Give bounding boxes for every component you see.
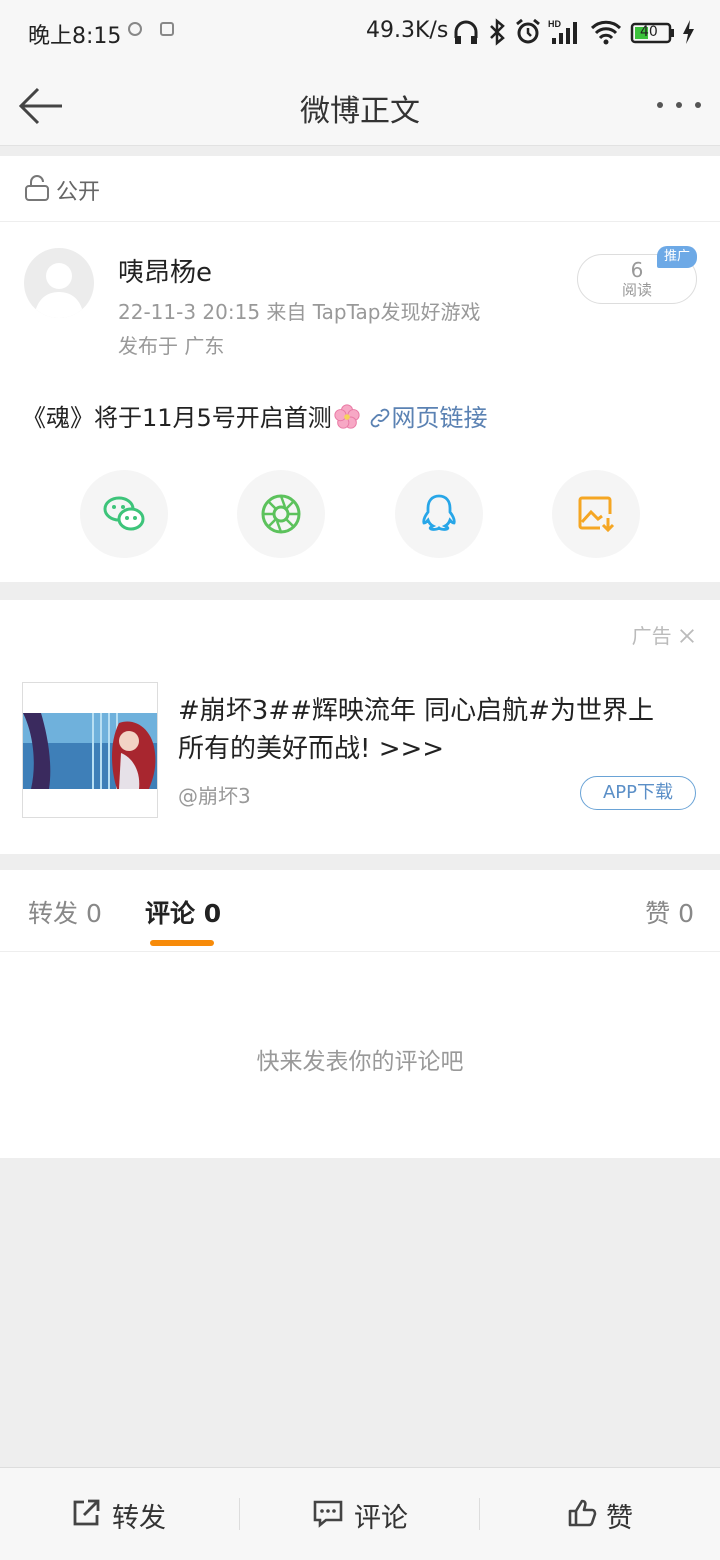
like-button[interactable]: 赞: [480, 1468, 720, 1560]
read-label: 阅读: [621, 281, 652, 299]
unlock-icon: [25, 175, 49, 201]
bottom-action-bar: 转发 评论 赞: [0, 1467, 720, 1560]
ad-label: 广告: [631, 624, 672, 648]
ad-tag[interactable]: 广告: [632, 620, 696, 649]
status-time: 晚上8:15: [28, 24, 122, 49]
ad-image: [23, 683, 157, 817]
interaction-tabs: 转发 0 评论 0 赞 0: [0, 870, 720, 952]
post-text: 《魂》将于11月5号开启首测: [22, 404, 332, 432]
page-title: 微博正文: [300, 94, 420, 129]
save-image-icon: [578, 496, 615, 533]
visibility-label: 公开: [56, 180, 101, 205]
nav-bar: 微博正文: [0, 64, 720, 146]
ad-thumbnail[interactable]: [22, 682, 158, 818]
comment-button[interactable]: 评论: [240, 1468, 480, 1560]
promote-badge[interactable]: 推广: [657, 246, 697, 268]
post-content: 《魂》将于11月5号开启首测 网页链接: [22, 398, 487, 433]
comment-label: 评论: [354, 1503, 408, 1534]
app-download-button[interactable]: APP下载: [580, 776, 696, 810]
repost-label: 转发: [112, 1503, 166, 1534]
visibility-row: 公开: [0, 156, 720, 222]
save-image-button[interactable]: [552, 470, 640, 558]
share-qq-button[interactable]: [395, 470, 483, 558]
like-label: 赞: [606, 1503, 633, 1534]
wechat-icon: [103, 496, 145, 531]
ad-author[interactable]: @崩坏3: [178, 780, 251, 809]
tab-reposts[interactable]: 转发 0: [28, 894, 102, 930]
post-username[interactable]: 咦昂杨e: [118, 252, 212, 289]
post-location: 发布于 广东: [118, 334, 225, 358]
bluetooth-icon: [490, 18, 505, 46]
cherry-blossom-icon: [332, 403, 362, 432]
empty-comments-text: 快来发表你的评论吧: [256, 1049, 464, 1075]
wifi-icon: [590, 20, 622, 45]
web-link[interactable]: 网页链接: [369, 404, 487, 432]
post-meta: 22-11-3 20:15 来自 TapTap发现好游戏: [118, 300, 481, 324]
link-icon: [371, 408, 390, 428]
share-wechat-button[interactable]: [80, 470, 168, 558]
battery-level: 40: [640, 24, 658, 40]
active-tab-indicator: [150, 940, 214, 946]
notification-icon: [128, 22, 142, 36]
tab-comments[interactable]: 评论 0: [145, 894, 221, 930]
charging-icon: [683, 20, 694, 44]
signal-icon: HD: [548, 19, 577, 44]
avatar[interactable]: [24, 248, 94, 318]
notification-icon: [160, 22, 174, 36]
status-bar: 晚上8:15 49.3K/s HD 40: [0, 0, 720, 64]
ad-headline[interactable]: #崩坏3##辉映流年 同心启航#为世界上所有的美好而战! >>>: [178, 692, 678, 768]
more-options-icon[interactable]: [654, 90, 704, 120]
default-avatar-icon: [34, 263, 84, 318]
thumbs-up-icon: [568, 1499, 597, 1527]
repost-icon: [73, 1499, 100, 1526]
close-icon[interactable]: [678, 627, 696, 645]
comments-empty-state: 快来发表你的评论吧: [0, 952, 720, 1158]
qq-icon: [422, 494, 456, 531]
ad-card[interactable]: 广告 #崩坏3##辉映流年 同心启航#为世界上所有的美好而战! >>> @崩坏3…: [0, 600, 720, 854]
comment-icon: [313, 1500, 343, 1528]
share-moments-button[interactable]: [237, 470, 325, 558]
network-speed: 49.3K/s: [366, 18, 449, 43]
post-card: 咦昂杨e 22-11-3 20:15 来自 TapTap发现好游戏 发布于 广东…: [0, 222, 720, 582]
moments-icon: [261, 494, 301, 534]
tab-likes[interactable]: 赞 0: [645, 894, 694, 930]
web-link-label: 网页链接: [391, 404, 488, 432]
alarm-icon: [516, 18, 540, 44]
headphones-icon: [454, 20, 478, 44]
repost-button[interactable]: 转发: [0, 1468, 240, 1560]
svg-text:HD: HD: [548, 19, 561, 29]
